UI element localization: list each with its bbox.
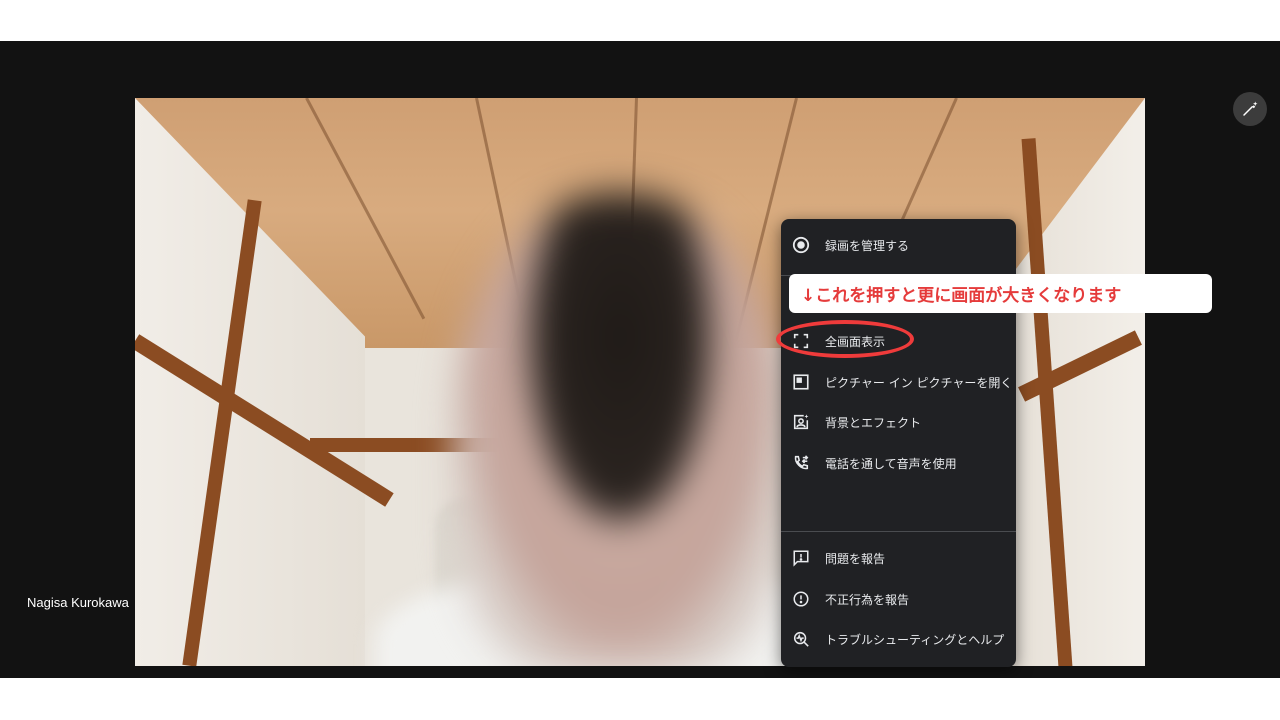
menu-item-settings[interactable]: 設定 [781,660,1016,667]
troubleshooting-icon [791,629,811,649]
menu-item-label: 不正行為を報告 [825,593,910,607]
menu-item-report-problem[interactable]: 問題を報告 [781,538,1016,578]
record-icon [791,235,811,255]
menu-item-label: ピクチャー イン ピクチャーを開く [825,376,1013,390]
annotation-callout: ↓これを押すと更に画面が大きくなります [789,274,1212,313]
menu-item-label: 電話を通して音声を使用 [825,457,957,471]
video-person-blurred [455,193,785,666]
annotation-highlight-ellipse [776,320,914,358]
menu-item-label: 録画を管理する [825,239,910,253]
magic-pen-icon [1243,101,1258,116]
menu-item-phone-audio[interactable]: 電話を通して音声を使用 [781,443,1016,483]
phone-audio-icon [791,453,811,473]
menu-divider [781,531,1016,532]
participant-name-label: Nagisa Kurokawa [27,595,129,610]
report-abuse-icon [791,589,811,609]
menu-item-background-effects[interactable]: 背景とエフェクト [781,402,1016,442]
menu-item-troubleshooting[interactable]: トラブルシューティングとヘルプ [781,619,1016,659]
menu-item-label: 問題を報告 [825,552,886,566]
menu-item-report-abuse[interactable]: 不正行為を報告 [781,579,1016,619]
report-problem-icon [791,548,811,568]
menu-item-label: トラブルシューティングとヘルプ [825,633,1005,647]
meeting-stage: 録画を管理する 全画面表示 ピクチャー イン ピクチャーを開く 背景とエフェクト… [0,41,1280,678]
background-effects-icon [791,412,811,432]
menu-item-manage-recording[interactable]: 録画を管理する [781,225,1016,265]
picture-in-picture-icon [791,372,811,392]
edit-effects-button[interactable] [1233,92,1267,126]
menu-item-label: 背景とエフェクト [825,416,922,430]
menu-item-picture-in-picture[interactable]: ピクチャー イン ピクチャーを開く [781,362,1016,402]
